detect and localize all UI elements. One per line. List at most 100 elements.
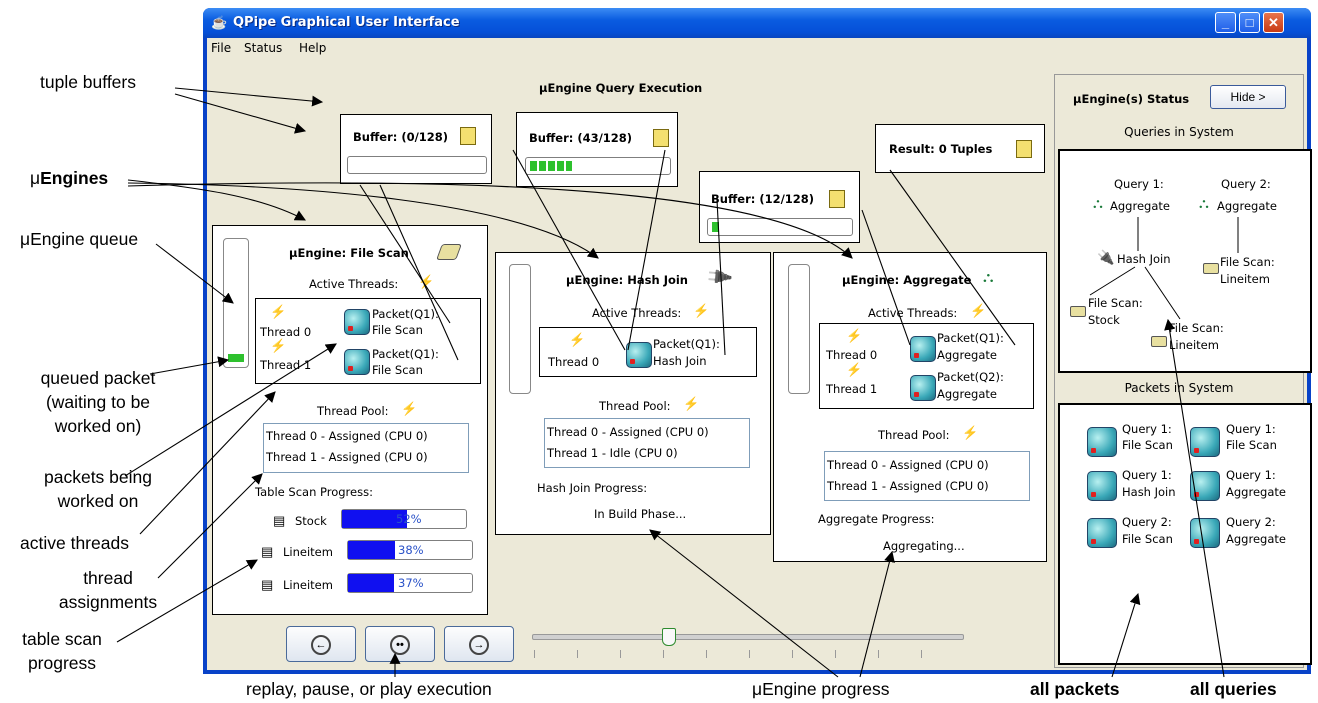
thread-name: Thread 1 [826,382,878,396]
packet-label: Packet(Q1): [653,337,720,351]
engine-queue [509,264,531,394]
queries-header: Queries in System [1055,125,1303,139]
slider-ticks [534,650,964,658]
menu-file[interactable]: File [211,41,231,55]
maximize-button[interactable]: □ [1239,12,1260,33]
scan-table-name: Lineitem [283,578,333,592]
thread-name: Thread 0 [826,348,878,362]
active-threads-box: ⚡ Thread 0 ⚡ Thread 1 Packet(Q1): Aggreg… [819,323,1034,409]
annotation-mu: μ [30,168,41,188]
packet-icon [344,349,370,375]
packet-label: Hash Join [653,354,707,368]
packet-label: Packet(Q1): [372,347,439,361]
packets-list: Query 1: File Scan Query 1: File Scan Qu… [1058,403,1312,665]
queued-packet [228,354,244,362]
annotation-all-queries: all queries [1190,679,1277,699]
annotation-table-scan-1: table scan [22,629,102,649]
thread-pool-list[interactable]: Thread 0 - Assigned (CPU 0) Thread 1 - A… [263,423,469,473]
thread-pool-list[interactable]: Thread 0 - Assigned (CPU 0) Thread 1 - A… [824,451,1030,501]
packet-label: Aggregate [937,348,997,362]
note-icon [1016,140,1032,158]
scan-percent: 38% [398,543,424,557]
thread-pool-label: Thread Pool: [599,399,671,413]
thread-icon: ⚡ [270,304,287,319]
threads-icon: ⚡ [693,303,710,318]
thread-pool-list[interactable]: Thread 0 - Assigned (CPU 0) Thread 1 - I… [544,418,750,468]
progress-label: Aggregate Progress: [818,512,935,526]
packet-icon [1087,471,1117,501]
pool-entry[interactable]: Thread 1 - Assigned (CPU 0) [266,450,428,464]
annotation-queued-packet-3: worked on) [54,416,142,436]
progress-value: Aggregating... [883,539,965,553]
packet-item[interactable]: Hash Join [1122,485,1176,499]
packet-icon [1087,518,1117,548]
menu-status[interactable]: Status [244,41,282,55]
buffer-label: Buffer: (0/128) [353,130,449,144]
timeline-slider-track[interactable] [532,634,964,640]
title-bar: ☕ QPipe Graphical User Interface _ □ ✕ [203,8,1311,38]
pool-icon: ⚡ [962,425,979,440]
packet-item[interactable]: Query 1: [1122,422,1172,436]
scan-table-name: Stock [295,514,327,528]
packet-item[interactable]: Query 1: [1226,422,1276,436]
packet-item[interactable]: File Scan [1122,532,1173,546]
pool-entry[interactable]: Thread 0 - Assigned (CPU 0) [827,458,989,472]
annotation-replay: replay, pause, or play execution [246,679,492,699]
status-title: μEngine(s) Status [1073,92,1190,106]
packet-icon [910,336,936,362]
pool-entry[interactable]: Thread 0 - Assigned (CPU 0) [547,425,709,439]
tree-edges [1089,217,1239,320]
scan-progress-bar: 38% [347,540,473,560]
packet-item[interactable]: Query 2: [1122,515,1172,529]
packet-item[interactable]: Query 1: [1122,468,1172,482]
pause-button[interactable]: •• [365,626,435,662]
engine-hash-join: μEngine: Hash Join 🔌 Active Threads: ⚡ ⚡… [495,252,771,535]
close-button[interactable]: ✕ [1263,12,1284,33]
progress-value: In Build Phase... [594,507,687,521]
buffer-panel-1: Buffer: (0/128) [340,114,492,184]
progress-label: Table Scan Progress: [255,485,373,499]
menu-bar: File Status Help [207,38,1307,58]
play-button[interactable]: → [444,626,514,662]
packet-item[interactable]: Query 1: [1226,468,1276,482]
engine-aggregate: μEngine: Aggregate ⛬ Active Threads: ⚡ ⚡… [773,252,1047,562]
thread-pool-label: Thread Pool: [317,404,389,418]
scan-table-name: Lineitem [283,545,333,559]
progress-label: Hash Join Progress: [537,481,648,495]
active-threads-label: Active Threads: [868,306,958,320]
active-threads-box: ⚡ Thread 0 ⚡ Thread 1 Packet(Q1): File S… [255,298,481,384]
packet-icon [1190,427,1220,457]
scan-percent: 37% [398,576,424,590]
buffer-fill [712,222,719,232]
buffer-panel-3: Buffer: (12/128) [699,171,860,243]
back-arrow-icon: ← [311,635,331,655]
hide-button[interactable]: Hide > [1210,85,1286,109]
engine-title: μEngine: Aggregate [842,273,972,287]
note-icon [829,190,845,208]
pool-entry[interactable]: Thread 1 - Idle (CPU 0) [547,446,678,460]
threads-icon: ⚡ [970,303,987,318]
timeline-slider-thumb[interactable] [662,628,676,646]
replay-button[interactable]: ← [286,626,356,662]
annotation-engines-word: Engines [40,168,109,188]
packet-icon [344,309,370,335]
packet-item[interactable]: Aggregate [1226,532,1286,546]
scan-percent: 52% [396,512,422,526]
status-panel: μEngine(s) Status Hide > Queries in Syst… [1054,74,1312,668]
packet-item[interactable]: File Scan [1226,438,1277,452]
pool-icon: ⚡ [401,401,418,416]
minimize-button[interactable]: _ [1215,12,1236,33]
packet-item[interactable]: Aggregate [1226,485,1286,499]
client-area: File Status Help μEngine Query Execution… [207,38,1312,670]
scan-progress-fill [348,541,395,559]
thread-icon: ⚡ [846,362,863,377]
pool-entry[interactable]: Thread 0 - Assigned (CPU 0) [266,429,428,443]
packet-item[interactable]: Query 2: [1226,515,1276,529]
packet-label: Packet(Q1): [937,331,1004,345]
packet-item[interactable]: File Scan [1122,438,1173,452]
menu-help[interactable]: Help [299,41,326,55]
annotation-uengines: μEngines [30,168,108,189]
forward-arrow-icon: → [469,635,489,655]
pool-entry[interactable]: Thread 1 - Assigned (CPU 0) [827,479,989,493]
packet-label: Packet(Q1): [372,307,439,321]
